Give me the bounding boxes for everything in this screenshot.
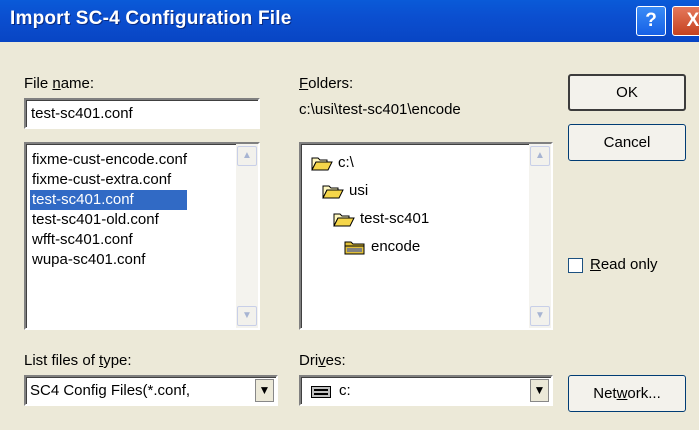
chevron-down-icon[interactable]: ▼ [530,379,549,402]
drives-label: Drives: [299,352,346,369]
ok-button[interactable]: OK [568,74,686,111]
folder-item[interactable]: encode [344,238,420,255]
read-only-checkbox[interactable] [568,258,583,273]
cancel-button[interactable]: Cancel [568,124,686,161]
scroll-up-button[interactable]: ▲ [237,146,257,166]
folder-tree-scrollbar[interactable]: ▲ ▼ [529,144,551,328]
file-list-item[interactable]: test-sc401-old.conf [30,210,187,230]
file-list-item[interactable]: fixme-cust-extra.conf [30,170,187,190]
folder-item[interactable]: usi [322,182,368,199]
folder-item[interactable]: test-sc401 [333,210,429,227]
file-list-item[interactable]: wfft-sc401.conf [30,230,187,250]
scroll-down-button[interactable]: ▼ [237,306,257,326]
file-list-item[interactable]: test-sc401.conf [30,190,188,210]
folder-open-icon [333,211,360,227]
title-bar: Import SC-4 Configuration File ? X [0,0,699,42]
file-type-select[interactable]: SC4 Config Files(*.conf, ▼ [24,375,278,406]
file-list-scrollbar[interactable]: ▲ ▼ [236,144,258,328]
file-name-input[interactable]: test-sc401.conf [24,98,260,129]
close-button[interactable]: X [672,6,699,36]
scroll-up-button[interactable]: ▲ [530,146,550,166]
file-list[interactable]: fixme-cust-encode.conf fixme-cust-extra.c… [24,142,260,330]
folders-label: Folders: [299,75,354,92]
help-button[interactable]: ? [636,6,666,36]
file-type-label: List files of type: [24,352,132,369]
folder-open-icon [322,183,349,199]
drive-icon [311,385,331,402]
chevron-down-icon[interactable]: ▼ [255,379,274,402]
read-only-label[interactable]: Read only [590,256,658,273]
folder-item[interactable]: c:\ [311,154,354,171]
folder-tree[interactable]: c:\ usi test-sc401 encode ▲ ▼ [299,142,553,330]
current-path: c:\usi\test-sc401\encode [299,101,461,118]
drives-select[interactable]: c: ▼ [299,375,553,406]
file-name-label: File name: [24,75,95,92]
file-list-item[interactable]: fixme-cust-encode.conf [30,150,187,170]
file-list-item[interactable]: wupa-sc401.conf [30,250,187,270]
window-title: Import SC-4 Configuration File [10,8,292,29]
network-button[interactable]: Network... [568,375,686,412]
folder-open-icon [311,155,338,171]
folder-closed-icon [344,239,371,255]
scroll-down-button[interactable]: ▼ [530,306,550,326]
